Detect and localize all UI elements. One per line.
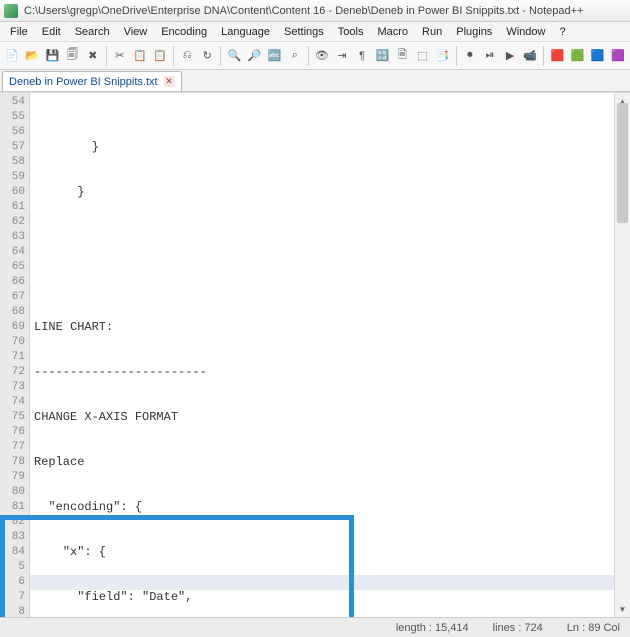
file-tab[interactable]: Deneb in Power BI Snippits.txt ✕ xyxy=(2,71,182,91)
menu-plugins[interactable]: Plugins xyxy=(450,24,498,40)
menu-language[interactable]: Language xyxy=(215,24,276,40)
green-marker-icon[interactable]: 🟩 xyxy=(568,46,586,66)
status-bar: length : 15,414 lines : 724 Ln : 89 Col xyxy=(0,617,630,637)
status-length: length : 15,414 xyxy=(396,622,469,634)
save-icon[interactable]: 💾 xyxy=(43,46,61,66)
window-titlebar: C:\Users\gregp\OneDrive\Enterprise DNA\C… xyxy=(0,0,630,22)
menu-macro[interactable]: Macro xyxy=(371,24,414,40)
run-macro-icon[interactable]: ▶ xyxy=(501,46,519,66)
redo-icon[interactable]: ↻ xyxy=(198,46,216,66)
menu-help[interactable]: ? xyxy=(553,24,571,40)
red-marker-icon[interactable]: 🟥 xyxy=(548,46,566,66)
menu-search[interactable]: Search xyxy=(69,24,116,40)
toolbar-separator xyxy=(543,46,544,66)
menu-bar: File Edit Search View Encoding Language … xyxy=(0,22,630,42)
menu-settings[interactable]: Settings xyxy=(278,24,330,40)
tab-label: Deneb in Power BI Snippits.txt xyxy=(9,76,158,88)
code-content[interactable]: } } LINE CHART: ------------------------… xyxy=(30,93,630,617)
show-symbols-icon[interactable]: ¶ xyxy=(353,46,371,66)
wrap-icon[interactable]: 🔡 xyxy=(373,46,391,66)
scroll-down-icon[interactable]: ▼ xyxy=(615,601,630,617)
app-icon xyxy=(4,4,18,18)
menu-encoding[interactable]: Encoding xyxy=(155,24,213,40)
search-icon[interactable]: 🔍 xyxy=(225,46,243,66)
line-number-gutter: 5455565758596061626364656667686970717273… xyxy=(0,93,30,617)
editor-area[interactable]: 5455565758596061626364656667686970717273… xyxy=(0,92,630,617)
new-file-icon[interactable]: 📄 xyxy=(3,46,21,66)
toolbar-separator xyxy=(220,46,221,66)
toolbar: 📄 📂 💾 🗐 ✖ ✂ 📋 📋 ⎌ ↻ 🔍 🔎 🔤 ⌕ 👁 ⇥ ¶ 🔡 🗎 ⬚ … xyxy=(0,42,630,70)
scrollbar-thumb[interactable] xyxy=(617,103,628,223)
find-replace-icon[interactable]: 🔎 xyxy=(245,46,263,66)
find-next-icon[interactable]: ⌕ xyxy=(286,46,304,66)
menu-file[interactable]: File xyxy=(4,24,34,40)
goto-icon[interactable]: 🔤 xyxy=(266,46,284,66)
status-lines: lines : 724 xyxy=(493,622,543,634)
zoom-icon[interactable]: 👁 xyxy=(313,46,331,66)
cut-icon[interactable]: ✂ xyxy=(111,46,129,66)
record-macro-icon[interactable]: ⏺ xyxy=(461,46,479,66)
indent-icon[interactable]: ⇥ xyxy=(333,46,351,66)
menu-view[interactable]: View xyxy=(118,24,154,40)
paste-icon[interactable]: 📋 xyxy=(151,46,169,66)
function-list-icon[interactable]: ⬚ xyxy=(414,46,432,66)
menu-edit[interactable]: Edit xyxy=(36,24,67,40)
window-title: C:\Users\gregp\OneDrive\Enterprise DNA\C… xyxy=(24,5,583,17)
purple-marker-icon[interactable]: 🟪 xyxy=(609,46,627,66)
close-icon[interactable]: ✖ xyxy=(84,46,102,66)
blue-marker-icon[interactable]: 🟦 xyxy=(589,46,607,66)
toolbar-separator xyxy=(106,46,107,66)
folder-icon[interactable]: 📑 xyxy=(434,46,452,66)
menu-window[interactable]: Window xyxy=(500,24,551,40)
tab-close-icon[interactable]: ✕ xyxy=(164,76,175,87)
undo-icon[interactable]: ⎌ xyxy=(178,46,196,66)
play-macro-icon[interactable]: ⏯ xyxy=(481,46,499,66)
open-file-icon[interactable]: 📂 xyxy=(23,46,41,66)
menu-run[interactable]: Run xyxy=(416,24,448,40)
toolbar-separator xyxy=(173,46,174,66)
toolbar-separator xyxy=(456,46,457,66)
doc-map-icon[interactable]: 🗎 xyxy=(393,46,411,66)
save-all-icon[interactable]: 🗐 xyxy=(63,46,81,66)
toolbar-separator xyxy=(308,46,309,66)
save-macro-icon[interactable]: 📹 xyxy=(521,46,539,66)
status-position: Ln : 89 Col xyxy=(567,622,620,634)
tab-bar: Deneb in Power BI Snippits.txt ✕ xyxy=(0,70,630,92)
copy-icon[interactable]: 📋 xyxy=(131,46,149,66)
vertical-scrollbar[interactable]: ▲ ▼ xyxy=(614,93,630,617)
menu-tools[interactable]: Tools xyxy=(332,24,370,40)
